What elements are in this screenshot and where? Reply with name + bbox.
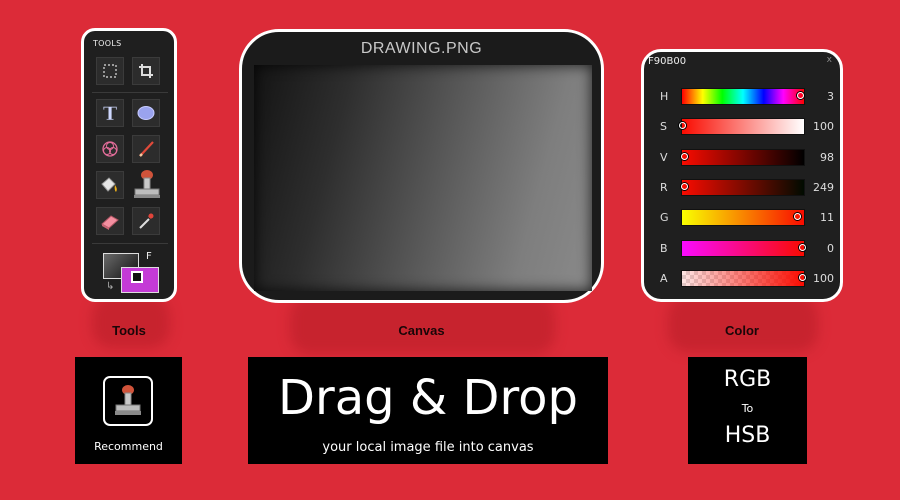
color-slider-r[interactable]	[681, 178, 805, 196]
color-slider-g[interactable]	[681, 209, 805, 227]
color-row-label: A	[660, 271, 668, 285]
canvas-caption: Canvas	[398, 323, 445, 338]
brush-icon	[139, 141, 154, 157]
stamp-tool-button[interactable]	[132, 170, 160, 199]
color-row-value[interactable]: 11	[804, 211, 834, 224]
color-slider-h[interactable]	[681, 88, 805, 105]
stamp-icon	[115, 385, 141, 415]
marquee-icon	[103, 64, 117, 78]
color-slider-a[interactable]	[681, 269, 805, 287]
slider-handle[interactable]	[796, 92, 804, 99]
color-row-r: R 249	[644, 177, 844, 197]
color-row-label: B	[660, 241, 668, 255]
fill-bucket-icon	[101, 177, 117, 192]
color-row-value[interactable]: 249	[804, 181, 834, 194]
tools-panel: TOOLS T F ↳	[81, 28, 177, 302]
crop-button[interactable]	[132, 57, 160, 85]
color-row-label: V	[660, 150, 668, 164]
drag-drop-box[interactable]: Drag & Drop your local image file into c…	[248, 357, 608, 464]
eraser-icon	[101, 215, 119, 230]
eraser-tool-button[interactable]	[96, 207, 124, 235]
ellipse-icon	[137, 106, 155, 120]
rgb-to-hsb-box[interactable]: RGB To HSB	[688, 357, 807, 464]
canvas-title: DRAWING.PNG	[360, 40, 483, 57]
color-row-label: R	[660, 180, 668, 194]
hex-value[interactable]: F90B00	[648, 56, 686, 67]
spirograph-icon	[102, 141, 118, 157]
foreground-color-swatch[interactable]	[121, 267, 159, 293]
drawing-canvas[interactable]	[254, 65, 592, 291]
tools-caption: Tools	[112, 323, 146, 338]
color-row-value[interactable]: 3	[804, 90, 834, 103]
hsb-label: HSB	[724, 423, 771, 448]
recommend-icon-frame	[103, 376, 153, 426]
tools-panel-title: TOOLS	[93, 39, 122, 48]
color-row-value[interactable]: 98	[804, 151, 834, 164]
tools-shadow	[92, 296, 170, 348]
color-caption: Color	[725, 323, 759, 338]
drag-drop-subtitle: your local image file into canvas	[322, 440, 534, 455]
foreground-label: F	[146, 251, 152, 262]
brush-tool-button[interactable]	[132, 135, 160, 163]
color-row-a: A 100	[644, 268, 844, 288]
eyedropper-tool-button[interactable]	[132, 207, 160, 235]
swap-colors-icon[interactable]: ↳	[106, 281, 114, 292]
color-row-label: G	[660, 211, 669, 225]
color-slider-b[interactable]	[681, 239, 805, 257]
to-label: To	[741, 402, 754, 415]
color-row-label: S	[660, 120, 667, 134]
canvas-panel: DRAWING.PNG	[239, 29, 604, 303]
color-slider-v[interactable]	[681, 148, 805, 166]
text-tool-button[interactable]: T	[96, 99, 124, 127]
drag-drop-title: Drag & Drop	[278, 370, 578, 426]
color-row-value[interactable]: 100	[804, 272, 834, 285]
recommend-label: Recommend	[94, 440, 163, 453]
color-row-h: H3	[644, 86, 844, 106]
tools-divider	[92, 243, 168, 244]
rgb-label: RGB	[723, 367, 772, 392]
marquee-select-button[interactable]	[96, 57, 124, 85]
svg-text:T: T	[103, 103, 117, 123]
color-row-s: S 100	[644, 116, 844, 136]
color-row-label: H	[660, 90, 669, 103]
tools-divider	[92, 92, 168, 93]
color-panel: F90B00 x H 3 S 100 V 98 R 249 G 11 B 0 A 100	[641, 49, 843, 302]
slider-handle[interactable]	[681, 152, 689, 160]
recommend-box[interactable]: Recommend	[75, 357, 182, 464]
text-icon: T	[103, 103, 118, 123]
color-row-v: V 98	[644, 147, 844, 167]
color-row-value[interactable]: 0	[804, 242, 834, 255]
foreground-inner-marker	[131, 271, 143, 283]
eyedropper-icon	[139, 213, 154, 229]
color-row-b: B0	[644, 238, 844, 258]
stamp-icon	[134, 170, 160, 198]
color-slider-s[interactable]	[681, 118, 805, 136]
fill-bucket-button[interactable]	[96, 171, 124, 199]
close-icon[interactable]: x	[827, 55, 832, 65]
spirograph-tool-button[interactable]	[96, 135, 124, 163]
color-row-value[interactable]: 100	[804, 120, 834, 133]
crop-icon	[139, 64, 153, 78]
color-row-g: G 11	[644, 207, 844, 227]
ellipse-tool-button[interactable]	[132, 99, 160, 127]
